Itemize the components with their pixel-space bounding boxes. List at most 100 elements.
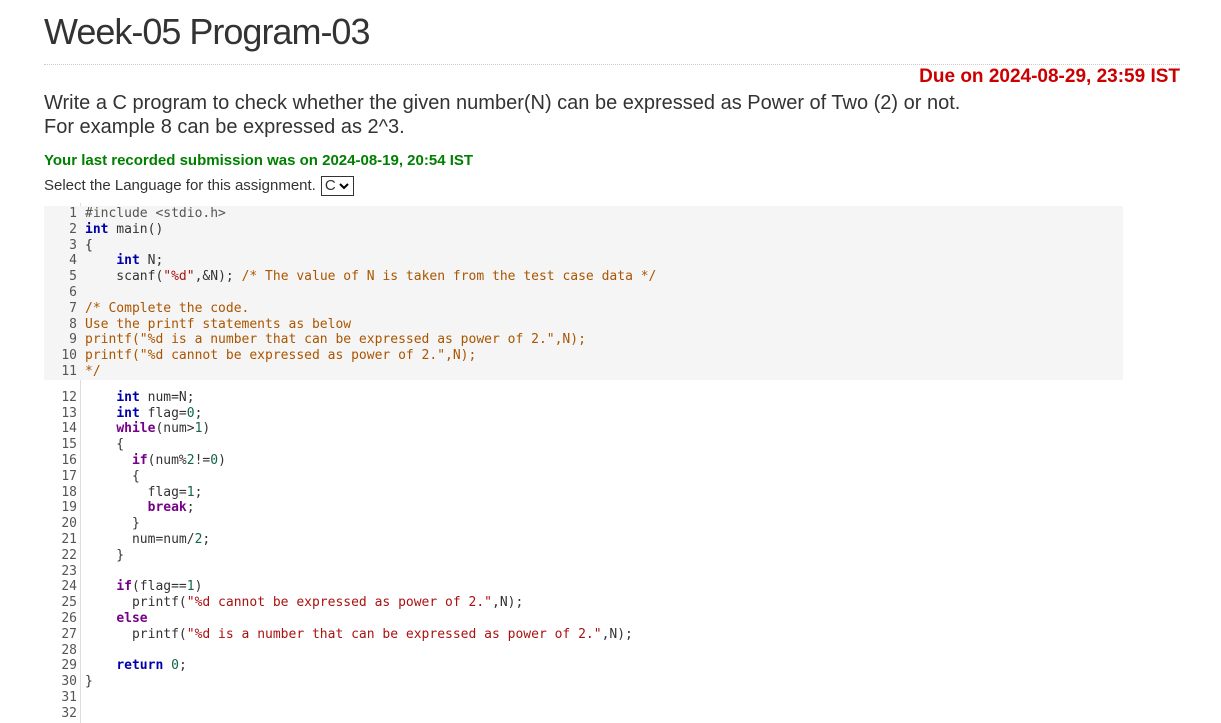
line-number: 3	[69, 237, 77, 253]
code-text: flag=1;	[85, 484, 203, 500]
code-line[interactable]: 6	[44, 285, 1123, 301]
line-number: 12	[61, 389, 77, 405]
code-line[interactable]: 29 return 0;	[44, 658, 1123, 674]
code-line[interactable]: 13 int flag=0;	[44, 406, 1123, 422]
page-title: Week-05 Program-03	[44, 11, 370, 52]
line-number: 6	[69, 285, 77, 300]
line-number: 9	[69, 332, 77, 348]
last-submission-notice: Your last recorded submission was on 202…	[44, 152, 474, 169]
language-selector-row: Select the Language for this assignment.…	[44, 175, 354, 197]
code-line[interactable]: 1 #include <stdio.h>	[44, 206, 1123, 222]
code-text: printf("%d is a number that can be expre…	[85, 332, 586, 348]
code-text: int num=N;	[116, 389, 195, 405]
code-line[interactable]: 32	[44, 706, 1123, 722]
code-line[interactable]: 14 while(num>1)	[44, 421, 1123, 437]
line-number: 2	[69, 221, 77, 237]
line-number: 4	[69, 253, 77, 269]
code-line[interactable]: 12 int num=N;	[44, 390, 1123, 406]
code-line[interactable]: 26 else	[44, 611, 1123, 627]
code-text: */	[85, 364, 101, 379]
code-text: #include <stdio.h>	[85, 206, 226, 221]
code-line[interactable]: 25 printf("%d cannot be expressed as pow…	[44, 595, 1123, 611]
line-number: 17	[61, 468, 77, 484]
code-line[interactable]: 9 printf("%d is a number that can be expr…	[44, 332, 1123, 349]
code-line[interactable]: 16 if(num%2!=0)	[44, 453, 1123, 469]
line-number: 1	[69, 206, 77, 221]
code-text: }	[85, 547, 125, 563]
code-text: num=num/2;	[85, 532, 211, 547]
code-line[interactable]: 24 if(flag==1)	[44, 579, 1123, 595]
line-number: 7	[69, 300, 77, 316]
code-line[interactable]: 17 {	[44, 469, 1123, 485]
language-label: Select the Language for this assignment.	[44, 177, 316, 194]
code-text: {	[85, 468, 140, 484]
code-line[interactable]: 28	[44, 643, 1123, 659]
line-number: 19	[61, 500, 77, 516]
code-text: int flag=0;	[116, 405, 203, 421]
code-text: Use the printf statements as below	[85, 316, 352, 332]
code-line[interactable]: 11 */	[44, 364, 1123, 380]
line-number: 8	[69, 316, 77, 332]
question-line: Write a C program to check whether the g…	[44, 92, 961, 114]
code-text: return 0;	[116, 658, 187, 674]
line-number: 24	[61, 579, 77, 595]
code-line[interactable]: 10 printf("%d cannot be expressed as powe…	[44, 348, 1123, 364]
line-number: 23	[61, 563, 77, 579]
line-number: 21	[61, 532, 77, 547]
line-number: 20	[61, 516, 77, 532]
line-number: 15	[61, 437, 77, 453]
line-number: 10	[61, 348, 77, 364]
code-text: }	[85, 516, 140, 532]
code-line[interactable]: 15 {	[44, 437, 1123, 453]
question-text: Write a C program to check whether the g…	[44, 91, 960, 139]
language-select[interactable]: C	[320, 176, 354, 196]
code-line[interactable]: 3{	[44, 237, 1123, 254]
code-line[interactable]: 2 int main()	[44, 221, 1123, 238]
line-number: 30	[61, 674, 77, 690]
code-line[interactable]: 20 }	[44, 516, 1123, 532]
code-text: printf("%d cannot be expressed as power …	[85, 348, 477, 364]
code-line[interactable]: 23	[44, 564, 1123, 580]
code-text: printf("%d is a number that can be expre…	[85, 626, 633, 642]
code-text: {	[85, 237, 93, 253]
code-line[interactable]: 7 /* Complete the code.	[44, 300, 1123, 317]
code-text: }	[85, 674, 93, 690]
code-text: if(flag==1)	[116, 579, 203, 595]
code-text: int N;	[116, 253, 164, 269]
code-line[interactable]: 22 }	[44, 548, 1123, 564]
code-text: printf("%d cannot be expressed as power …	[85, 595, 524, 611]
code-text: /* Complete the code.	[85, 300, 250, 316]
code-line[interactable]: 4 int N;	[44, 253, 1123, 270]
due-date: Due on 2024-08-29, 23:59 IST	[919, 66, 1180, 87]
chevron-down-icon	[338, 183, 349, 190]
line-number: 13	[61, 405, 77, 421]
line-number: 16	[61, 453, 77, 468]
code-line[interactable]: 31	[44, 690, 1123, 706]
code-line[interactable]: 18 flag=1;	[44, 485, 1123, 501]
code-line[interactable]: 8 Use the printf statements as below	[44, 316, 1123, 333]
line-number: 14	[61, 421, 77, 437]
code-line[interactable]: 27 printf("%d is a number that can be ex…	[44, 627, 1123, 643]
line-number: 28	[61, 642, 77, 658]
code-text: scanf("%d",&N); /* The value of N is tak…	[85, 269, 657, 285]
code-editor[interactable]: 1 #include <stdio.h> 2 int main() 3{4 int N;…	[44, 203, 1123, 723]
code-text: break;	[147, 500, 195, 516]
code-text: {	[85, 437, 125, 453]
line-number: 22	[61, 547, 77, 563]
line-number: 18	[61, 484, 77, 500]
code-line[interactable]: 21 num=num/2;	[44, 532, 1123, 548]
code-text: while(num>1)	[116, 421, 211, 437]
line-number: 27	[61, 626, 77, 642]
code-text: int main()	[85, 221, 164, 237]
line-number: 31	[61, 690, 77, 705]
code-line[interactable]: 19 break;	[44, 500, 1123, 516]
line-number: 25	[61, 595, 77, 611]
line-number: 29	[61, 658, 77, 674]
line-number: 11	[61, 364, 77, 379]
code-text: if(num%2!=0)	[131, 453, 226, 468]
code-line[interactable]: 30}	[44, 674, 1123, 690]
code-line[interactable]: 5 scanf("%d",&N); /* The value of N is t…	[44, 269, 1123, 285]
line-number: 26	[61, 611, 77, 626]
line-number: 32	[61, 705, 77, 721]
language-selected-value: C	[324, 177, 336, 194]
